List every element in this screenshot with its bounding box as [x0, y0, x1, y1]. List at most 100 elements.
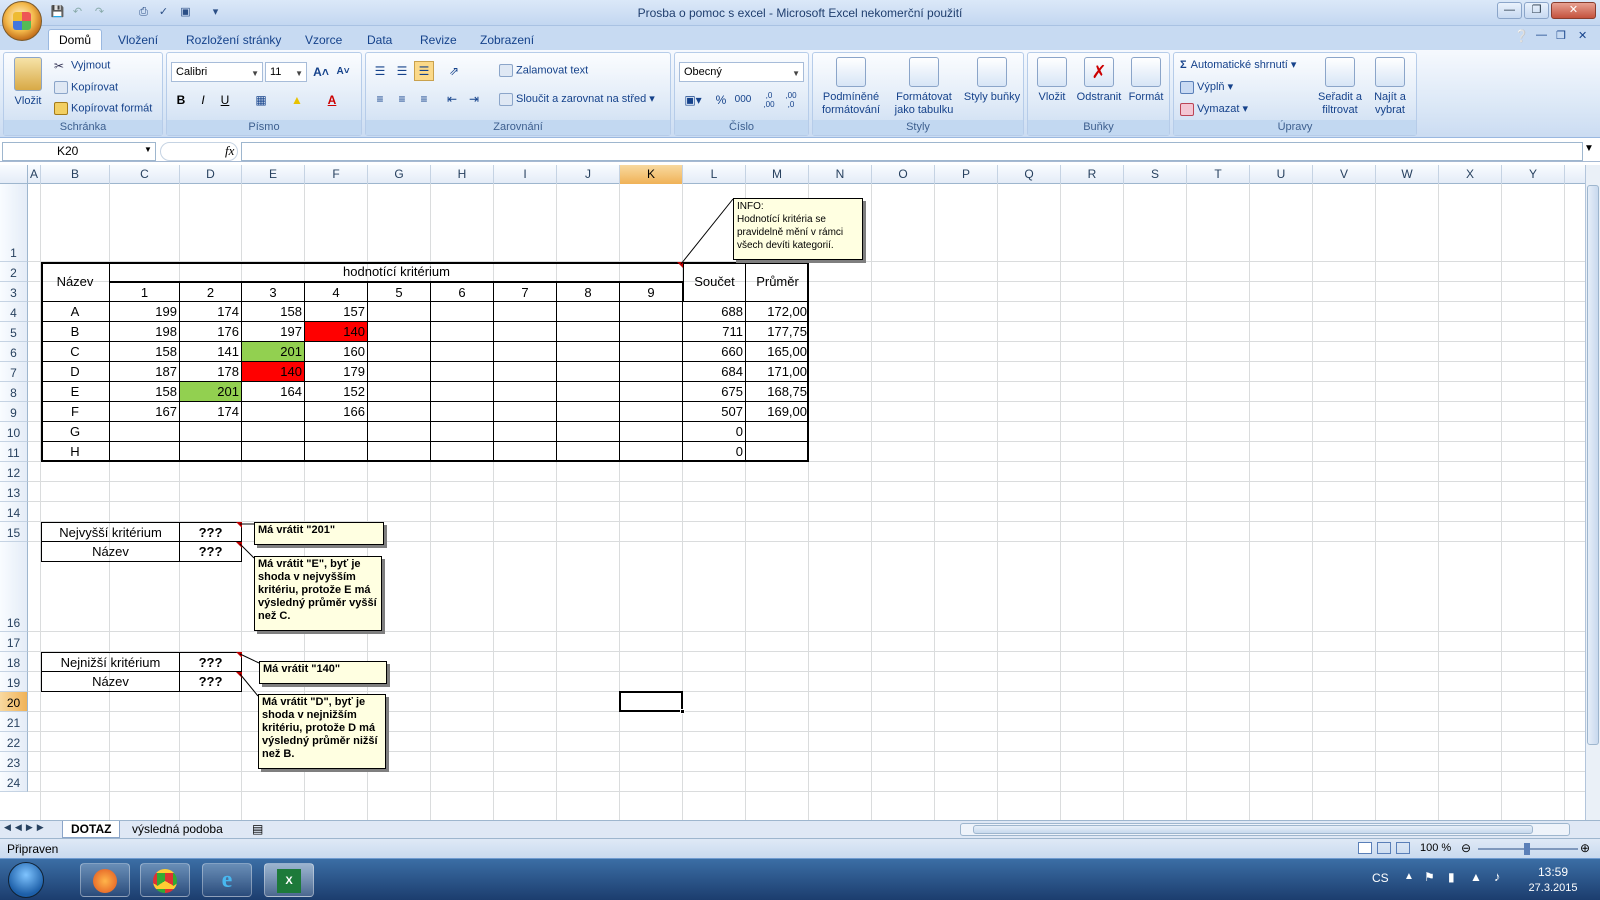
print-preview-icon[interactable]: ▣ — [178, 5, 193, 19]
vertical-scrollbar[interactable] — [1585, 165, 1600, 820]
min-name-label[interactable]: Název — [41, 672, 180, 692]
sum-cell[interactable]: 660 — [683, 342, 746, 362]
horizontal-scrollbar[interactable] — [960, 823, 1570, 836]
score-cell[interactable] — [368, 442, 431, 462]
column-header-s[interactable]: S — [1124, 165, 1187, 184]
grow-font-icon[interactable]: A˄ — [311, 62, 331, 82]
row-name-g[interactable]: G — [41, 422, 110, 442]
tab-page-layout[interactable]: Rozložení stránky — [176, 31, 291, 50]
tray-expand-icon[interactable]: ▲ — [1404, 871, 1414, 882]
score-cell[interactable]: 199 — [110, 302, 180, 322]
score-cell[interactable] — [557, 402, 620, 422]
language-indicator[interactable]: CS — [1372, 871, 1389, 885]
score-cell[interactable] — [431, 402, 494, 422]
zoom-in-icon[interactable]: ⊕ — [1580, 841, 1590, 855]
firefox-icon[interactable] — [80, 863, 130, 897]
workbook-close-icon[interactable]: ✕ — [1578, 29, 1587, 42]
score-cell[interactable]: 140 — [305, 322, 368, 342]
column-header-e[interactable]: E — [242, 165, 305, 184]
start-button[interactable] — [8, 862, 44, 898]
score-cell[interactable] — [557, 342, 620, 362]
score-cell[interactable] — [368, 402, 431, 422]
sum-cell[interactable]: 0 — [683, 422, 746, 442]
zoom-slider-thumb[interactable] — [1524, 843, 1530, 855]
row-header-1[interactable]: 1 — [0, 184, 28, 262]
score-cell[interactable]: 152 — [305, 382, 368, 402]
score-cell[interactable]: 174 — [180, 402, 242, 422]
row-header-22[interactable]: 22 — [0, 732, 28, 752]
score-cell[interactable] — [620, 302, 683, 322]
score-cell[interactable]: 158 — [242, 302, 305, 322]
align-right-icon[interactable]: ≡ — [414, 89, 434, 109]
column-header-l[interactable]: L — [683, 165, 746, 184]
name-box[interactable]: K20 — [2, 142, 156, 161]
min-criterion-label[interactable]: Nejnižší kritérium — [41, 652, 180, 672]
score-cell[interactable] — [368, 382, 431, 402]
format-painter-button[interactable]: Kopírovat formát — [54, 102, 152, 115]
conditional-formatting-button[interactable]: Podmíněné formátování — [815, 57, 887, 117]
row-header-5[interactable]: 5 — [0, 322, 28, 342]
row-name-f[interactable]: F — [41, 402, 110, 422]
column-header-d[interactable]: D — [180, 165, 242, 184]
score-cell[interactable] — [557, 442, 620, 462]
sum-cell[interactable]: 688 — [683, 302, 746, 322]
average-cell[interactable] — [746, 442, 809, 462]
font-size-select[interactable]: 11 ▼ — [265, 62, 307, 82]
scroll-thumb[interactable] — [1587, 185, 1599, 745]
score-cell[interactable]: 167 — [110, 402, 180, 422]
orientation-icon[interactable]: ⇗ — [444, 61, 464, 81]
row-name-a[interactable]: A — [41, 302, 110, 322]
sum-cell[interactable]: 507 — [683, 402, 746, 422]
excel-taskbar-icon[interactable]: X — [264, 863, 314, 897]
score-cell[interactable]: 158 — [110, 382, 180, 402]
criterion-header-3[interactable]: 3 — [242, 282, 305, 302]
workbook-minimize-icon[interactable]: — — [1536, 29, 1547, 41]
max-criterion-label[interactable]: Nejvyšší kritérium — [41, 522, 180, 542]
page-layout-view-icon[interactable] — [1377, 842, 1391, 854]
chevron-down-icon[interactable]: ▼ — [144, 145, 152, 154]
score-cell[interactable]: 178 — [180, 362, 242, 382]
page-break-view-icon[interactable] — [1396, 842, 1410, 854]
score-cell[interactable]: 141 — [180, 342, 242, 362]
score-cell[interactable]: 140 — [242, 362, 305, 382]
row-header-3[interactable]: 3 — [0, 282, 28, 302]
score-cell[interactable] — [620, 322, 683, 342]
score-cell[interactable] — [110, 442, 180, 462]
column-header-v[interactable]: V — [1313, 165, 1376, 184]
cut-button[interactable]: ✂ Vyjmout — [54, 59, 110, 73]
font-color-icon[interactable]: A — [322, 90, 342, 110]
score-cell[interactable] — [557, 302, 620, 322]
score-cell[interactable] — [242, 422, 305, 442]
column-header-k[interactable]: K — [620, 165, 683, 184]
spellcheck-icon[interactable]: ✓ — [156, 5, 171, 19]
row-header-12[interactable]: 12 — [0, 462, 28, 482]
row-name-c[interactable]: C — [41, 342, 110, 362]
score-cell[interactable]: 160 — [305, 342, 368, 362]
table-header-average[interactable]: Průměr — [746, 262, 809, 302]
row-header-11[interactable]: 11 — [0, 442, 28, 462]
score-cell[interactable] — [494, 322, 557, 342]
row-header-19[interactable]: 19 — [0, 672, 28, 692]
criterion-header-4[interactable]: 4 — [305, 282, 368, 302]
row-header-24[interactable]: 24 — [0, 772, 28, 792]
min-name-label-value[interactable]: ??? — [180, 672, 242, 692]
percent-button[interactable]: % — [711, 90, 731, 110]
score-cell[interactable] — [620, 362, 683, 382]
row-header-18[interactable]: 18 — [0, 652, 28, 672]
row-header-10[interactable]: 10 — [0, 422, 28, 442]
clock-time[interactable]: 13:59 — [1528, 865, 1578, 879]
internet-explorer-icon[interactable]: e — [202, 863, 252, 897]
score-cell[interactable] — [620, 342, 683, 362]
max-name-label-value[interactable]: ??? — [180, 542, 242, 562]
column-header-n[interactable]: N — [809, 165, 872, 184]
row-name-d[interactable]: D — [41, 362, 110, 382]
row-header-9[interactable]: 9 — [0, 402, 28, 422]
score-cell[interactable] — [368, 362, 431, 382]
table-header-sum[interactable]: Součet — [683, 262, 746, 302]
criterion-header-7[interactable]: 7 — [494, 282, 557, 302]
score-cell[interactable]: 201 — [180, 382, 242, 402]
tab-home[interactable]: Domů — [48, 29, 103, 51]
row-header-2[interactable]: 2 — [0, 262, 28, 282]
score-cell[interactable] — [494, 382, 557, 402]
score-cell[interactable] — [368, 422, 431, 442]
